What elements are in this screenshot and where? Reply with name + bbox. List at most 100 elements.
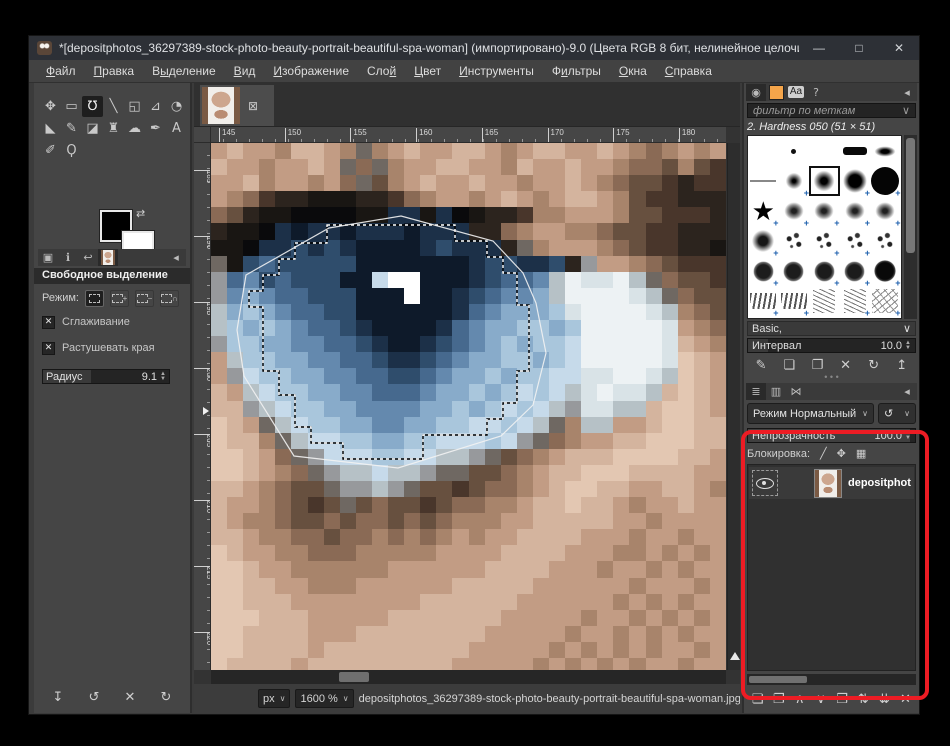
lock-position-icon[interactable]: ✥ (837, 447, 846, 460)
radius-spinner[interactable]: ▲▼ (160, 372, 166, 382)
brush-smear[interactable] (748, 286, 779, 316)
tool-bucket-fill[interactable]: ◣ (40, 118, 61, 139)
brush-blank[interactable] (748, 136, 779, 166)
tab-fonts[interactable]: Aa (786, 84, 806, 101)
open-brush-as-image-button[interactable]: ↥ (891, 358, 913, 373)
brush-ellipse[interactable] (870, 136, 901, 166)
mode-subtract-button[interactable]: − (135, 290, 154, 307)
tool-rectangle-select[interactable]: ▭ (61, 96, 82, 117)
brush-scrollbar[interactable] (904, 135, 917, 319)
tab-channels[interactable]: ▥ (766, 383, 786, 400)
brush-line[interactable] (748, 166, 779, 196)
tool-transform[interactable]: ⊿ (145, 96, 166, 117)
horizontal-scrollbar-thumb[interactable] (339, 672, 369, 682)
save-tool-preset-button[interactable]: ↧ (47, 690, 69, 705)
menu-окна[interactable]: Окна (610, 61, 656, 81)
edit-brush-button[interactable]: ✎ (750, 358, 772, 373)
close-button[interactable]: ✕ (879, 36, 919, 60)
layer-visibility-toggle[interactable] (752, 470, 778, 496)
ruler-corner[interactable] (194, 127, 211, 143)
vertical-scrollbar[interactable] (727, 143, 740, 670)
brush-round[interactable] (840, 256, 871, 286)
brush-speck[interactable] (779, 226, 810, 256)
tool-paintbrush[interactable]: ✎ (61, 118, 82, 139)
menu-справка[interactable]: Справка (656, 61, 721, 81)
brush-soft-m[interactable] (809, 166, 840, 196)
horizontal-scrollbar[interactable] (211, 670, 726, 684)
brush-dot[interactable] (779, 136, 810, 166)
brush-round[interactable] (809, 256, 840, 286)
brush-bar[interactable] (840, 136, 871, 166)
menu-файл[interactable]: Файл (37, 61, 85, 81)
brush-soft-l[interactable] (840, 166, 871, 196)
antialiasing-checkbox[interactable]: ✕ Сглаживание (42, 315, 182, 329)
tab-paths[interactable]: ⋈ (786, 383, 806, 400)
tool-eraser[interactable]: ◪ (82, 118, 103, 139)
tab-image-thumbnail[interactable] (98, 249, 118, 266)
brush-speck[interactable] (809, 226, 840, 256)
menu-цвет[interactable]: Цвет (405, 61, 450, 81)
brush-scribble[interactable] (809, 286, 840, 316)
menu-правка[interactable]: Правка (85, 61, 144, 81)
new-brush-button[interactable]: ❏ (778, 358, 800, 373)
tab-patterns[interactable] (766, 84, 786, 101)
tab-layers[interactable]: ≣ (746, 383, 766, 400)
tool-move[interactable]: ✥ (40, 96, 61, 117)
tool-ink[interactable]: ✒ (145, 118, 166, 139)
brush-sketch[interactable] (870, 286, 901, 316)
brush-blob[interactable] (748, 226, 779, 256)
tool-free-select[interactable]: ℧ (82, 96, 103, 117)
brush-round-dark[interactable] (870, 256, 901, 286)
brush-round[interactable] (748, 256, 779, 286)
tool-color-picker[interactable]: ✐ (40, 140, 61, 161)
tab-document-history[interactable]: ? (806, 84, 826, 101)
scroll-up-arrow-icon[interactable] (730, 652, 740, 660)
lower-layer-button[interactable]: ∨ (810, 692, 831, 707)
duplicate-brush-button[interactable]: ❐ (806, 358, 828, 373)
delete-brush-button[interactable]: ✕ (835, 358, 857, 373)
mode-intersect-button[interactable]: ∩ (160, 290, 179, 307)
tool-smudge[interactable]: ☁ (124, 118, 145, 139)
new-layer-group-button[interactable]: ❐ (768, 692, 789, 707)
horizontal-ruler[interactable]: 145150155160165170175180 (211, 127, 726, 143)
delete-tool-preset-button[interactable]: ✕ (119, 690, 141, 705)
brush-soft-s[interactable] (779, 166, 810, 196)
brush-set-dropdown[interactable]: Basic, ∨ (747, 321, 916, 336)
brush-circle[interactable] (870, 166, 901, 196)
lock-pixels-icon[interactable]: ╱ (820, 447, 827, 460)
anchor-layer-button[interactable]: ⇊ (874, 692, 895, 707)
menu-выделение[interactable]: Выделение (143, 61, 225, 81)
tab-brushes[interactable]: ◉ (746, 84, 766, 101)
spacing-spinner[interactable]: ▲▼ (905, 341, 911, 351)
merge-layer-button[interactable]: ⇅ (853, 692, 874, 707)
image-tab-close-icon[interactable]: ⊠ (248, 99, 258, 113)
brush-spatter[interactable] (809, 196, 840, 226)
brush-spatter[interactable] (840, 196, 871, 226)
brush-speck[interactable] (840, 226, 871, 256)
menu-инструменты[interactable]: Инструменты (450, 61, 543, 81)
brush-spatter[interactable] (779, 196, 810, 226)
brush-blank[interactable] (809, 136, 840, 166)
title-bar[interactable]: *[depositphotos_36297389-stock-photo-bea… (29, 36, 919, 60)
maximize-button[interactable]: □ (839, 36, 879, 60)
dock-resize-grip[interactable]: • • • (744, 375, 919, 382)
minimize-button[interactable]: — (799, 36, 839, 60)
brush-filter-input[interactable]: фильтр по меткам ∨ (747, 103, 916, 118)
canvas-viewport[interactable] (211, 143, 726, 674)
tool-paths[interactable]: ╲ (103, 96, 124, 117)
duplicate-layer-button[interactable]: ❒ (832, 692, 853, 707)
mode-replace-button[interactable] (85, 290, 104, 307)
refresh-brushes-button[interactable]: ↻ (863, 358, 885, 373)
radius-slider[interactable]: Радиус 9.1 ▲▼ (42, 369, 170, 384)
swap-colors-icon[interactable]: ⇄ (136, 207, 145, 220)
layer-mode-dropdown[interactable]: Режим Нормальный ∨ (747, 403, 874, 424)
tool-warp[interactable]: ◔ (166, 96, 187, 117)
spacing-slider[interactable]: Интервал 10.0 ▲▼ (747, 338, 916, 353)
tab-undo-history[interactable]: ↩ (78, 249, 98, 266)
brush-speck[interactable] (870, 226, 901, 256)
menu-фильтры[interactable]: Фильтры (543, 61, 610, 81)
new-layer-button[interactable]: ❏ (747, 692, 768, 707)
dock-collapse-icon[interactable]: ◂ (897, 383, 917, 400)
dock-collapse-icon[interactable]: ◂ (166, 249, 186, 266)
opacity-spinner[interactable]: ▲▼ (905, 431, 911, 441)
